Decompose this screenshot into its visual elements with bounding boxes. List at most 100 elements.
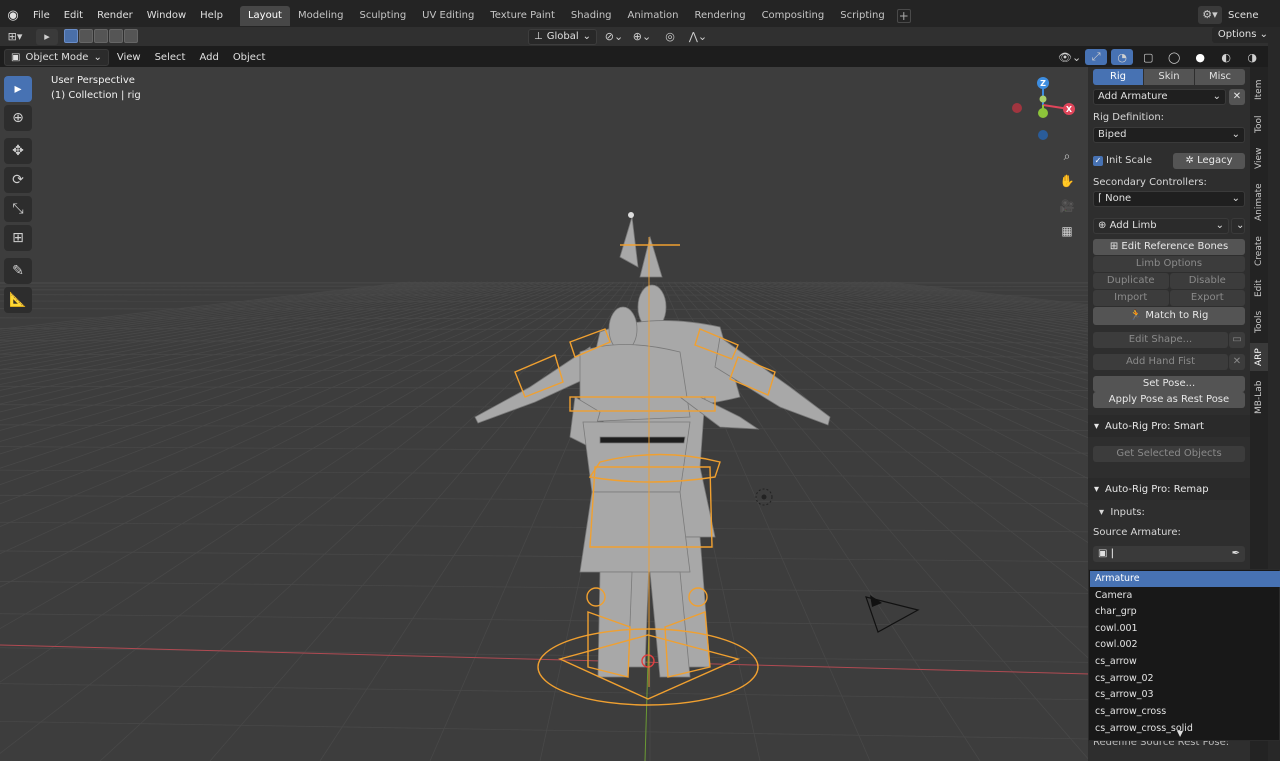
blender-logo-icon[interactable]: ◉ [0, 8, 26, 23]
tab-layout[interactable]: Layout [239, 5, 290, 26]
navigation-gizmo[interactable]: Z X [1005, 75, 1085, 145]
orientation-select[interactable]: ⊥ Global ⌄ [528, 28, 598, 45]
menu-view[interactable]: View [111, 49, 147, 66]
zoom-icon[interactable]: ⌕ [1056, 145, 1078, 167]
tab-misc[interactable]: Misc [1195, 69, 1245, 85]
shape-options-icon[interactable]: ▭ [1229, 332, 1245, 348]
tab-rendering[interactable]: Rendering [686, 6, 753, 26]
dropdown-item[interactable]: cowl.002 [1090, 637, 1280, 653]
tab-rig[interactable]: Rig [1093, 69, 1144, 85]
pan-hand-icon[interactable]: ✋ [1056, 170, 1078, 192]
measure-icon[interactable]: 📐 [4, 287, 32, 313]
editor-type-icon[interactable]: ⊞▾ [4, 29, 26, 45]
xray-icon[interactable]: ▢ [1137, 49, 1159, 65]
add-limb-select[interactable]: ⊕ Add Limb ⌄ [1093, 218, 1229, 234]
falloff-icon[interactable]: ⋀⌄ [687, 29, 709, 45]
vtab-create[interactable]: Create [1250, 231, 1268, 271]
menu-help[interactable]: Help [193, 6, 230, 26]
dropdown-item[interactable]: char_grp [1090, 604, 1280, 620]
menu-object[interactable]: Object [227, 49, 272, 66]
edit-shape-button[interactable]: Edit Shape... [1093, 332, 1228, 348]
dropdown-item[interactable]: cs_arrow [1090, 654, 1280, 670]
dropdown-item[interactable]: Camera [1090, 588, 1280, 604]
tab-modeling[interactable]: Modeling [290, 6, 352, 26]
remove-armature-button[interactable]: ✕ [1229, 89, 1245, 105]
dropdown-item[interactable]: cs_arrow_cross [1090, 704, 1280, 720]
3d-cursor-icon[interactable]: ⊕ [4, 105, 32, 131]
scene-name[interactable]: Scene [1228, 10, 1274, 21]
shading-render-icon[interactable]: ◑ [1241, 49, 1263, 65]
menu-window[interactable]: Window [140, 6, 193, 26]
tab-shading[interactable]: Shading [563, 6, 620, 26]
tab-compositing[interactable]: Compositing [754, 6, 833, 26]
rig-definition-select[interactable]: Biped ⌄ [1093, 127, 1245, 143]
perspective-grid-icon[interactable]: ▦ [1056, 220, 1078, 242]
disable-button[interactable]: Disable [1169, 273, 1245, 289]
scene-icon[interactable]: ⚙▾ [1198, 6, 1222, 24]
annotate-icon[interactable]: ✎ [4, 258, 32, 284]
menu-render[interactable]: Render [90, 6, 140, 26]
options-button[interactable]: Options ⌄ [1211, 27, 1274, 43]
tab-animation[interactable]: Animation [620, 6, 687, 26]
remove-hand-fist-icon[interactable]: ✕ [1229, 354, 1245, 370]
add-workspace-button[interactable]: + [896, 8, 911, 23]
select-invert-icon[interactable] [109, 28, 123, 43]
gizmo-toggle-icon[interactable]: ⤢ [1085, 49, 1108, 65]
menu-edit[interactable]: Edit [57, 6, 90, 26]
shading-solid-icon[interactable]: ● [1189, 49, 1211, 65]
duplicate-button[interactable]: Duplicate [1093, 273, 1169, 289]
vtab-tools[interactable]: Tools [1250, 305, 1268, 339]
eyedropper-icon[interactable]: ✒ [1232, 547, 1240, 561]
tab-sculpting[interactable]: Sculpting [351, 6, 414, 26]
menu-add[interactable]: Add [193, 49, 224, 66]
edit-reference-bones-button[interactable]: ⊞ Edit Reference Bones [1093, 239, 1245, 255]
object-mode-select[interactable]: ▣ Object Mode ⌄ [4, 48, 109, 66]
apply-pose-button[interactable]: Apply Pose as Rest Pose [1093, 392, 1245, 408]
vtab-view[interactable]: View [1250, 143, 1268, 173]
proportional-icon[interactable]: ◎ [659, 29, 681, 45]
limb-options-button[interactable]: Limb Options [1093, 256, 1245, 272]
vtab-edit[interactable]: Edit [1250, 275, 1268, 301]
shading-wire-icon[interactable]: ◯ [1163, 49, 1185, 65]
legacy-button[interactable]: ✲ Legacy [1173, 153, 1245, 169]
add-limb-expand-icon[interactable]: ⌄ [1231, 218, 1245, 234]
vtab-item[interactable]: Item [1250, 73, 1268, 107]
scale-icon[interactable]: ⤡ [4, 196, 32, 222]
pivot-icon[interactable]: ⊘⌄ [603, 29, 625, 45]
tool-select-icon[interactable]: ▸ [36, 28, 58, 45]
set-pose-button[interactable]: Set Pose... [1093, 376, 1245, 392]
init-scale-checkbox[interactable]: ✓ Init Scale [1093, 153, 1152, 169]
rotate-icon[interactable]: ⟳ [4, 167, 32, 193]
scroll-down-icon[interactable]: ▼ [1177, 729, 1183, 738]
tab-skin[interactable]: Skin [1144, 69, 1195, 85]
visibility-icon[interactable]: 👁⌄ [1058, 49, 1081, 65]
3d-viewport[interactable]: User Perspective (1) Collection | rig Z … [0, 67, 1090, 761]
import-button[interactable]: Import [1093, 290, 1169, 306]
dropdown-item[interactable]: cs_arrow_03 [1090, 687, 1280, 703]
vtab-tool[interactable]: Tool [1250, 109, 1268, 139]
add-hand-fist-button[interactable]: Add Hand Fist [1093, 354, 1228, 370]
cursor-icon[interactable]: ▸ [4, 76, 32, 102]
vtab-animate[interactable]: Animate [1250, 177, 1268, 227]
tab-texture-paint[interactable]: Texture Paint [482, 6, 563, 26]
select-new-icon[interactable] [64, 28, 78, 43]
dropdown-item[interactable]: Armature [1090, 571, 1280, 587]
remap-panel-header[interactable]: ▾ Auto-Rig Pro: Remap [1088, 478, 1250, 500]
snap-icon[interactable]: ⊕⌄ [631, 29, 653, 45]
shading-material-icon[interactable]: ◐ [1215, 49, 1237, 65]
vtab-mb-lab[interactable]: MB-Lab [1250, 375, 1268, 419]
select-subtract-icon[interactable] [94, 28, 108, 43]
export-button[interactable]: Export [1169, 290, 1245, 306]
source-armature-field[interactable]: ▣ | ✒ [1093, 546, 1245, 562]
smart-panel-header[interactable]: ▾ Auto-Rig Pro: Smart [1088, 415, 1250, 437]
camera-view-icon[interactable]: 🎥 [1056, 195, 1078, 217]
vtab-arp[interactable]: ARP [1250, 343, 1268, 371]
match-to-rig-button[interactable]: 🏃 Match to Rig [1093, 307, 1245, 325]
select-intersect-icon[interactable] [124, 28, 138, 43]
secondary-controllers-select[interactable]: ⌈ None ⌄ [1093, 191, 1245, 207]
menu-select[interactable]: Select [149, 49, 192, 66]
inputs-subpanel[interactable]: ▾ Inputs: [1093, 505, 1245, 521]
menu-file[interactable]: File [26, 6, 57, 26]
tab-uv-editing[interactable]: UV Editing [414, 6, 482, 26]
dropdown-item[interactable]: cs_arrow_02 [1090, 671, 1280, 687]
